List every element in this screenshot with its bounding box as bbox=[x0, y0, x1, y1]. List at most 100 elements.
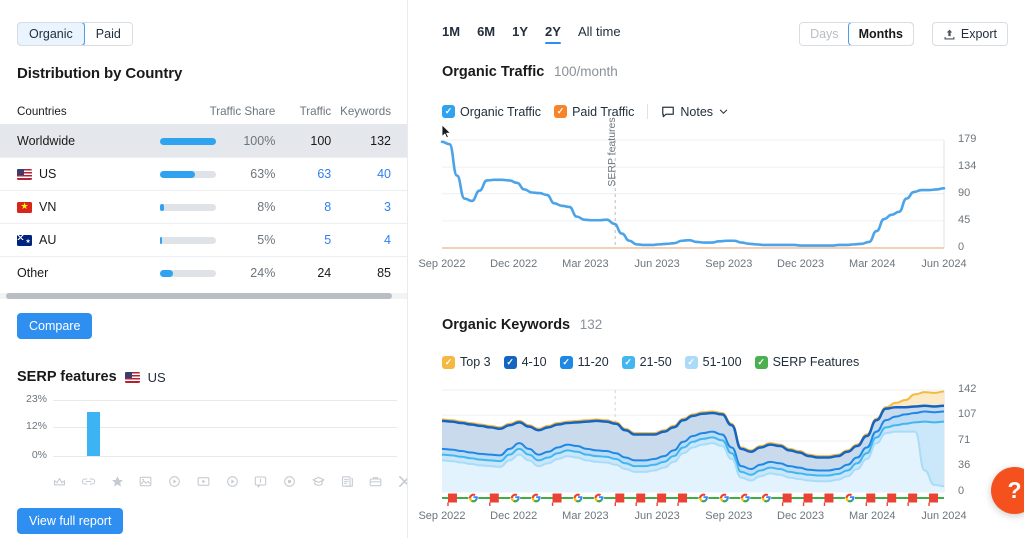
range-tab-2y[interactable]: 2Y bbox=[545, 24, 561, 43]
legend-checkbox[interactable] bbox=[442, 356, 455, 369]
serp-feature-marker[interactable] bbox=[783, 494, 792, 507]
location-pin-icon[interactable] bbox=[282, 474, 297, 489]
serp-feature-marker[interactable] bbox=[908, 494, 917, 507]
cell-traffic[interactable]: 5 bbox=[275, 233, 331, 247]
range-tab-1m[interactable]: 1M bbox=[442, 24, 460, 43]
organic-paid-toggle[interactable]: Organic Paid bbox=[17, 22, 133, 46]
range-tab-6m[interactable]: 6M bbox=[477, 24, 495, 43]
table-row[interactable]: US63%6340 bbox=[0, 157, 408, 190]
export-label: Export bbox=[961, 27, 997, 41]
country-label: AU bbox=[39, 233, 56, 247]
google-update-marker[interactable] bbox=[698, 493, 708, 503]
serp-feature-marker[interactable] bbox=[824, 494, 833, 507]
cell-traffic-share-bar bbox=[160, 171, 229, 178]
image-icon[interactable] bbox=[138, 474, 153, 489]
compare-button[interactable]: Compare bbox=[17, 313, 92, 339]
legend-51-100[interactable]: 51-100 bbox=[685, 355, 742, 369]
us-flag-icon bbox=[125, 372, 140, 383]
cell-keywords[interactable]: 4 bbox=[331, 233, 391, 247]
serp-feature-marker[interactable] bbox=[804, 494, 813, 507]
date-range-tabs[interactable]: 1M 6M 1Y 2Y All time bbox=[442, 24, 621, 43]
play-circle-icon[interactable] bbox=[167, 474, 182, 489]
serp-feature-marker[interactable] bbox=[553, 494, 562, 507]
granularity-months[interactable]: Months bbox=[848, 22, 914, 46]
serp-features-chart: 23%12%0% bbox=[17, 400, 397, 470]
legend-11-20[interactable]: 11-20 bbox=[560, 355, 609, 369]
legend-organic-traffic-checkbox[interactable] bbox=[442, 105, 455, 118]
cell-traffic[interactable]: 63 bbox=[275, 167, 331, 181]
legend-4-10[interactable]: 4-10 bbox=[504, 355, 547, 369]
table-row[interactable]: Worldwide100%100132 bbox=[0, 124, 408, 157]
x-twitter-icon[interactable] bbox=[397, 474, 408, 489]
traffic-ytick: 90 bbox=[958, 187, 970, 199]
upload-icon bbox=[943, 28, 956, 41]
cell-keywords[interactable]: 40 bbox=[331, 167, 391, 181]
briefcase-icon[interactable] bbox=[368, 474, 383, 489]
legend-checkbox[interactable] bbox=[685, 356, 698, 369]
distribution-by-country-title: Distribution by Country bbox=[17, 65, 182, 82]
serp-feature-marker[interactable] bbox=[448, 494, 457, 507]
country-label: Worldwide bbox=[17, 134, 75, 148]
serp-feature-marker[interactable] bbox=[866, 494, 875, 507]
google-update-marker[interactable] bbox=[761, 493, 771, 503]
export-button[interactable]: Export bbox=[932, 22, 1008, 46]
range-tab-all-time[interactable]: All time bbox=[578, 24, 621, 43]
notes-dropdown[interactable]: Notes bbox=[661, 105, 729, 119]
legend-checkbox[interactable] bbox=[622, 356, 635, 369]
serp-features-annotation: SERP features bbox=[606, 117, 618, 187]
cell-keywords[interactable]: 3 bbox=[331, 200, 391, 214]
legend-21-50[interactable]: 21-50 bbox=[622, 355, 672, 369]
google-update-marker[interactable] bbox=[468, 493, 478, 503]
google-update-marker[interactable] bbox=[510, 493, 520, 503]
view-full-report-button[interactable]: View full report bbox=[17, 508, 123, 534]
google-update-marker[interactable] bbox=[594, 493, 604, 503]
range-tab-1y[interactable]: 1Y bbox=[512, 24, 528, 43]
toggle-paid[interactable]: Paid bbox=[85, 23, 132, 45]
legend-paid-traffic[interactable]: Paid Traffic bbox=[554, 105, 634, 119]
table-row[interactable]: AU5%54 bbox=[0, 223, 408, 256]
google-update-marker[interactable] bbox=[845, 493, 855, 503]
legend-checkbox[interactable] bbox=[504, 356, 517, 369]
legend-checkbox[interactable] bbox=[755, 356, 768, 369]
left-panel: Organic Paid Distribution by Country Cou… bbox=[0, 0, 408, 538]
traffic-xtick: Sep 2022 bbox=[416, 258, 468, 270]
serp-feature-marker[interactable] bbox=[678, 494, 687, 507]
document-icon[interactable] bbox=[340, 474, 355, 489]
cell-traffic-share-bar bbox=[160, 237, 229, 244]
toggle-organic[interactable]: Organic bbox=[17, 22, 85, 46]
crown-icon[interactable] bbox=[52, 474, 67, 489]
google-update-marker[interactable] bbox=[531, 493, 541, 503]
serp-feature-marker[interactable] bbox=[636, 494, 645, 507]
legend-serp-features[interactable]: SERP Features bbox=[755, 355, 860, 369]
legend-divider bbox=[647, 104, 648, 119]
serp-feature-marker[interactable] bbox=[657, 494, 666, 507]
table-row[interactable]: Other24%2485 bbox=[0, 256, 408, 289]
google-update-marker[interactable] bbox=[573, 493, 583, 503]
granularity-days[interactable]: Days bbox=[800, 23, 848, 45]
comment-icon[interactable] bbox=[253, 474, 268, 489]
country-label: Other bbox=[17, 266, 48, 280]
legend-organic-traffic[interactable]: Organic Traffic bbox=[442, 105, 541, 119]
table-row[interactable]: VN8%83 bbox=[0, 190, 408, 223]
knowledge-icon[interactable] bbox=[311, 474, 326, 489]
google-update-marker[interactable] bbox=[740, 493, 750, 503]
serp-feature-marker[interactable] bbox=[929, 494, 938, 507]
serp-bar-1[interactable] bbox=[87, 412, 100, 456]
serp-ytick: 12% bbox=[17, 420, 47, 432]
cell-traffic[interactable]: 8 bbox=[275, 200, 331, 214]
star-icon[interactable] bbox=[110, 474, 125, 489]
video-box-icon[interactable] bbox=[196, 474, 211, 489]
legend-checkbox[interactable] bbox=[560, 356, 573, 369]
legend-paid-traffic-checkbox[interactable] bbox=[554, 105, 567, 118]
legend-top-3[interactable]: Top 3 bbox=[442, 355, 491, 369]
organic-traffic-title: Organic Traffic bbox=[442, 64, 544, 80]
play-circle-2-icon[interactable] bbox=[225, 474, 240, 489]
google-update-marker[interactable] bbox=[719, 493, 729, 503]
granularity-toggle[interactable]: Days Months bbox=[799, 22, 914, 46]
table-scroll-thumb[interactable] bbox=[6, 293, 392, 299]
serp-feature-marker[interactable] bbox=[887, 494, 896, 507]
serp-feature-marker[interactable] bbox=[490, 494, 499, 507]
link-icon[interactable] bbox=[81, 474, 96, 489]
serp-feature-marker[interactable] bbox=[615, 494, 624, 507]
traffic-ytick: 45 bbox=[958, 214, 970, 226]
